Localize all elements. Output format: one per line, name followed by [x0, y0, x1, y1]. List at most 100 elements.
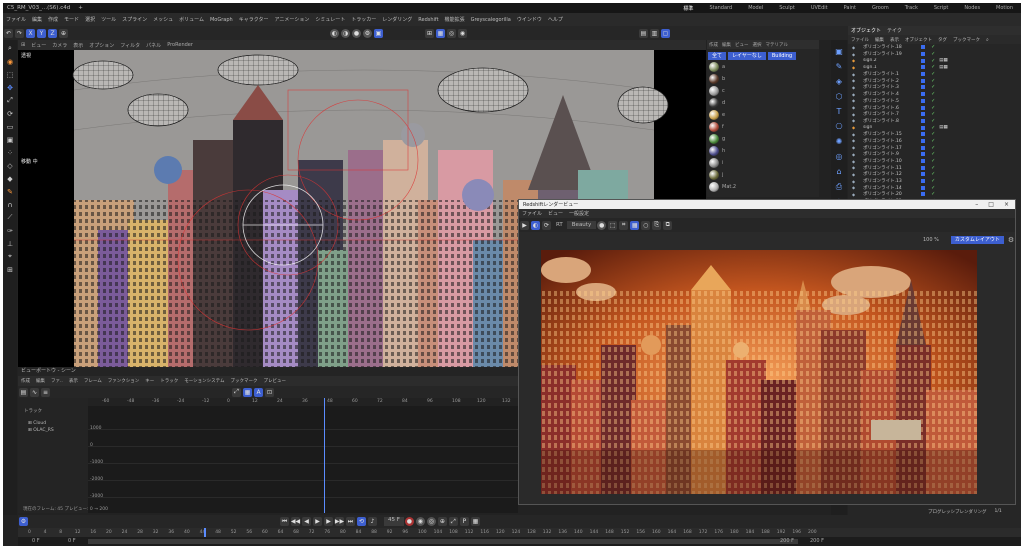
- sound-icon[interactable]: ♪: [368, 517, 377, 526]
- axis-y-button[interactable]: Y: [37, 28, 46, 38]
- track-mode-icon[interactable]: ≡: [41, 387, 50, 397]
- visibility-check[interactable]: ✓: [931, 71, 935, 77]
- menu-item-0[interactable]: ファイル: [3, 16, 29, 23]
- display-icon[interactable]: ▤: [639, 28, 648, 38]
- timeline-menu-8[interactable]: モーションシステム: [181, 378, 227, 384]
- material-row[interactable]: Mat.2: [707, 181, 819, 193]
- om-menu-1[interactable]: 編集: [872, 37, 887, 43]
- visibility-check[interactable]: ✓: [931, 84, 935, 90]
- layout-tab-10[interactable]: Motion: [988, 5, 1021, 12]
- tag-icons[interactable]: ▤▦: [939, 125, 948, 130]
- object-mode-icon[interactable]: ▣: [5, 135, 15, 145]
- render-icon[interactable]: ●: [352, 28, 361, 38]
- timeline-menu-7[interactable]: トラック: [157, 378, 181, 384]
- next-key-icon[interactable]: ▶▶: [335, 517, 344, 526]
- object-row[interactable]: ◆ ポリゴンライト.10 ✓: [848, 158, 1021, 165]
- menu-item-19[interactable]: ヘルプ: [545, 16, 566, 23]
- menu-item-5[interactable]: ツール: [98, 16, 119, 23]
- viewport-menu-5[interactable]: パネル: [143, 42, 164, 49]
- menu-item-6[interactable]: スプライン: [119, 16, 150, 23]
- auto-icon[interactable]: A: [254, 387, 263, 397]
- layout-tab-9[interactable]: Nodes: [956, 5, 988, 12]
- object-row[interactable]: ◆ ポリゴンライト.7 ✓: [848, 111, 1021, 118]
- menu-item-16[interactable]: 機能拡張: [442, 16, 468, 23]
- visibility-check[interactable]: ✓: [931, 131, 935, 137]
- object-row[interactable]: ◆ ポリゴンライト.15 ✓: [848, 131, 1021, 138]
- object-row[interactable]: ◆ ポリゴンライト.14 ✓: [848, 184, 1021, 191]
- timeline-menu-6[interactable]: キー: [142, 378, 157, 384]
- max-frame[interactable]: 200 F: [780, 538, 794, 544]
- frame-playhead[interactable]: [203, 528, 206, 537]
- redo-icon[interactable]: ↷: [15, 28, 24, 38]
- render-settings-icon[interactable]: ⚙: [363, 28, 372, 38]
- camera-icon[interactable]: ⎙: [834, 181, 845, 192]
- material-menu-0[interactable]: 作成: [707, 42, 720, 48]
- tag-icons[interactable]: ▤▦: [939, 58, 948, 63]
- visibility-check[interactable]: ✓: [931, 58, 935, 64]
- zoom-value[interactable]: 100 %: [923, 237, 939, 243]
- visibility-check[interactable]: ✓: [931, 44, 935, 50]
- playhead[interactable]: [324, 398, 325, 513]
- magnet-icon[interactable]: ∩: [5, 200, 15, 210]
- material-tab-1[interactable]: レイヤーなし: [728, 52, 766, 60]
- material-menu-1[interactable]: 編集: [720, 42, 733, 48]
- object-row[interactable]: ◆ ポリゴンライト.19 ✓: [848, 51, 1021, 58]
- object-row[interactable]: ◆ ポリゴンライト.11 ✓: [848, 164, 1021, 171]
- om-menu-5[interactable]: ブックマーク: [950, 37, 983, 43]
- material-row[interactable]: h: [707, 145, 819, 157]
- key-scale-icon[interactable]: ⤢: [448, 517, 458, 526]
- menu-item-18[interactable]: ウインドウ: [514, 16, 545, 23]
- layout-tab-5[interactable]: Paint: [836, 5, 864, 12]
- object-row[interactable]: ◆ ポリゴンライト.2 ✓: [848, 77, 1021, 84]
- timeline-menu-10[interactable]: プレビュー: [261, 378, 290, 384]
- material-row[interactable]: j: [707, 169, 819, 181]
- view-icon[interactable]: ▢: [661, 28, 670, 38]
- timeline-menu-9[interactable]: ブックマーク: [228, 378, 261, 384]
- refresh-icon[interactable]: ⟳: [542, 220, 551, 230]
- visibility-check[interactable]: ✓: [931, 158, 935, 164]
- min-frame[interactable]: 0 F: [68, 538, 76, 544]
- material-row[interactable]: d: [707, 97, 819, 109]
- axis-icon[interactable]: ⊥: [5, 239, 15, 249]
- key-pla-icon[interactable]: ▦: [470, 517, 480, 526]
- layout-tab-6[interactable]: Groom: [864, 5, 897, 12]
- text-icon[interactable]: T: [834, 106, 845, 117]
- render-menu-1[interactable]: ビュー: [545, 210, 566, 217]
- object-row[interactable]: ◆ ポリゴンライト.18 ✓: [848, 44, 1021, 51]
- crop-icon[interactable]: ⬚: [608, 220, 618, 230]
- viewport-menu-3[interactable]: オプション: [86, 42, 117, 49]
- render-image[interactable]: [541, 250, 977, 494]
- key-param-icon[interactable]: P: [459, 517, 469, 526]
- undo-icon[interactable]: ↶: [4, 28, 13, 38]
- workplane-icon[interactable]: ◎: [447, 28, 456, 38]
- layout-tab-7[interactable]: Track: [897, 5, 926, 12]
- menu-item-12[interactable]: シミュレート: [312, 16, 348, 23]
- menu-item-1[interactable]: 編集: [29, 16, 45, 23]
- new-tab-button[interactable]: +: [74, 5, 87, 11]
- snapshot-icon[interactable]: ⎘: [652, 220, 662, 230]
- circle-icon[interactable]: ○: [641, 220, 651, 230]
- object-row[interactable]: ◆ ポリゴンライト.3 ✓: [848, 84, 1021, 91]
- visibility-check[interactable]: ✓: [931, 145, 935, 151]
- visibility-check[interactable]: ✓: [931, 125, 935, 131]
- autokey-icon[interactable]: ◉: [415, 517, 425, 526]
- menu-item-7[interactable]: メッシュ: [150, 16, 176, 23]
- point-mode-icon[interactable]: ⁘: [5, 148, 15, 158]
- frame-range-slider[interactable]: [88, 539, 798, 544]
- select-icon[interactable]: ⬚: [5, 70, 15, 80]
- viewport-menu-0[interactable]: ビュー: [28, 42, 49, 49]
- layout-tab-4[interactable]: UVEdit: [803, 5, 836, 12]
- object-row[interactable]: ◆ sign ✓ ▤▦: [848, 124, 1021, 131]
- effector-icon[interactable]: ✺: [834, 136, 845, 147]
- om-menu-2[interactable]: 表示: [887, 37, 902, 43]
- material-row[interactable]: a: [707, 61, 819, 73]
- layout-tab-3[interactable]: Sculpt: [771, 5, 803, 12]
- om-search-icon[interactable]: ⌕: [983, 37, 992, 43]
- visibility-check[interactable]: ✓: [931, 64, 935, 70]
- search-icon[interactable]: ⌕: [5, 44, 15, 54]
- material-menu-2[interactable]: ビュー: [733, 42, 751, 48]
- material-row[interactable]: b: [707, 73, 819, 85]
- menu-item-17[interactable]: Greyscalegorilla: [468, 17, 514, 23]
- menu-item-14[interactable]: レンダリング: [379, 16, 415, 23]
- move-icon[interactable]: ✥: [5, 83, 15, 93]
